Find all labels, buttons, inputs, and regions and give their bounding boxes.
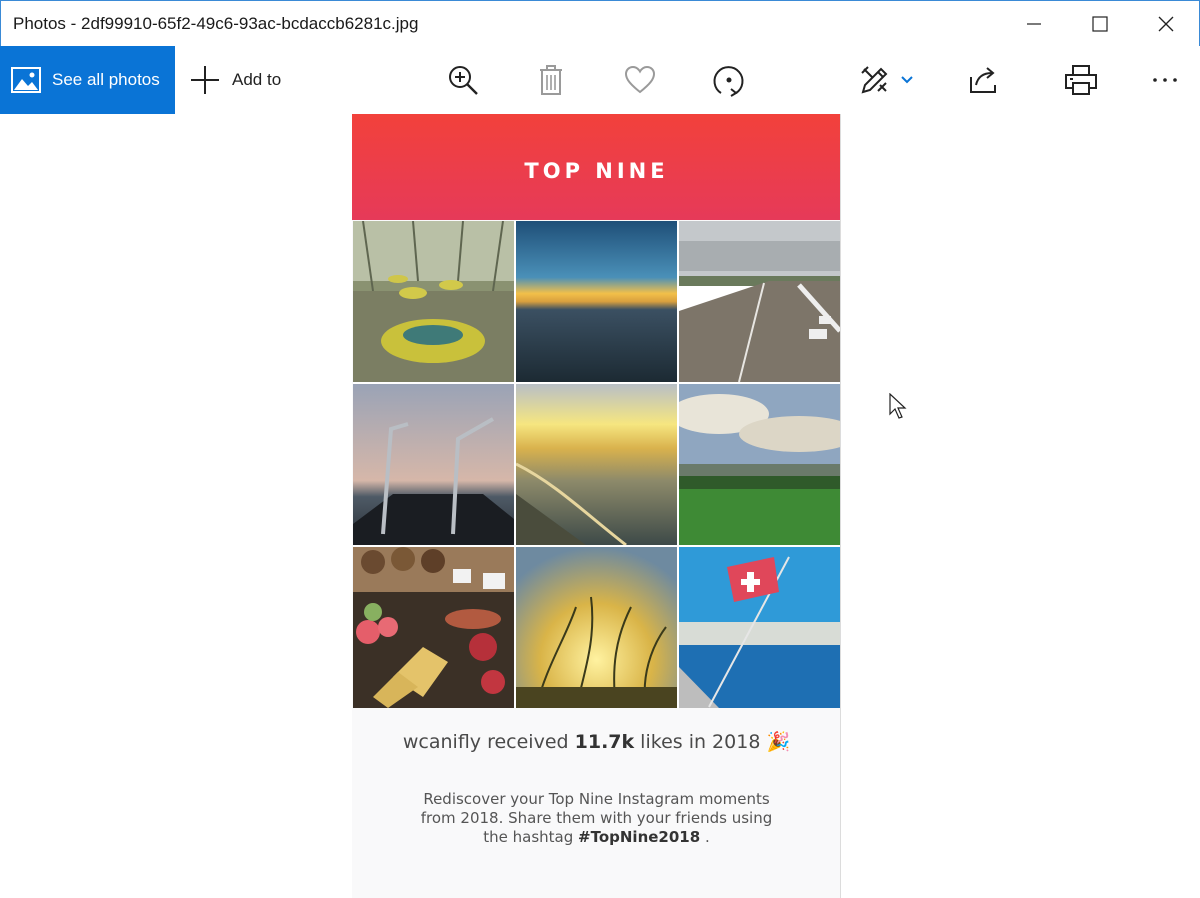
mouse-cursor-icon [889, 393, 907, 419]
promo-hashtag: #TopNine2018 [578, 828, 701, 846]
toolbar: See all photos Add to [0, 46, 1200, 114]
pastry-display-photo [353, 547, 514, 708]
share-icon [970, 67, 996, 93]
edit-create-icon [861, 66, 888, 94]
more-button[interactable] [1148, 63, 1182, 97]
bumper-cars-photo [353, 221, 514, 382]
photos-icon [11, 67, 41, 93]
promo-text-end: . [700, 828, 710, 846]
print-button[interactable] [1064, 63, 1098, 97]
edit-create-dropdown[interactable] [892, 63, 922, 97]
close-icon [1158, 16, 1174, 32]
add-to-label: Add to [232, 70, 282, 89]
rotate-icon [713, 66, 744, 97]
grass-sunset-photo [516, 547, 677, 708]
boat-deck-photo [353, 384, 514, 545]
favorite-button[interactable] [623, 63, 657, 97]
sunset-sea-photo [516, 221, 677, 382]
minimize-icon [1027, 23, 1041, 25]
photo-viewer[interactable]: TOP NINE wcanifly received 11.7k likes i… [0, 114, 1200, 898]
plus-icon [191, 66, 219, 94]
banner-title: TOP NINE [524, 159, 669, 183]
swiss-flag-lake-photo [679, 547, 840, 708]
rotate-button[interactable] [712, 63, 746, 97]
likes-count: 11.7k [574, 731, 635, 753]
edit-create-button[interactable] [858, 63, 892, 97]
photo-grid [353, 221, 840, 708]
favorite-icon [624, 65, 656, 94]
promo-text: Rediscover your Top Nine Instagram momen… [412, 790, 781, 847]
maximize-button[interactable] [1067, 1, 1133, 47]
delete-button[interactable] [534, 63, 568, 97]
more-icon [1153, 78, 1177, 82]
runway-photo [679, 221, 840, 382]
maximize-icon [1092, 16, 1108, 32]
share-button[interactable] [967, 63, 1001, 97]
close-button[interactable] [1133, 1, 1199, 47]
likes-caption: wcanifly received 11.7k likes in 2018 🎉 [352, 730, 840, 753]
title-bar: Photos - 2df99910-65f2-49c6-93ac-bcdaccb… [0, 0, 1200, 46]
add-to-button[interactable]: Add to [190, 46, 281, 114]
zoom-in-button[interactable] [446, 63, 480, 97]
minimize-button[interactable] [1001, 1, 1067, 47]
zoom-in-icon [449, 66, 478, 95]
print-icon [1065, 65, 1097, 95]
displayed-image: TOP NINE wcanifly received 11.7k likes i… [352, 114, 841, 898]
see-all-photos-button[interactable]: See all photos [0, 46, 175, 114]
see-all-photos-label: See all photos [52, 70, 160, 89]
delete-icon [540, 65, 562, 95]
green-field-photo [679, 384, 840, 545]
beach-sunset-photo [516, 384, 677, 545]
top-nine-banner: TOP NINE [352, 114, 840, 220]
likes-suffix: likes in 2018 🎉 [634, 731, 791, 753]
chevron-down-icon [901, 76, 913, 84]
likes-prefix: wcanifly received [402, 731, 575, 753]
window-title: Photos - 2df99910-65f2-49c6-93ac-bcdaccb… [13, 14, 419, 33]
